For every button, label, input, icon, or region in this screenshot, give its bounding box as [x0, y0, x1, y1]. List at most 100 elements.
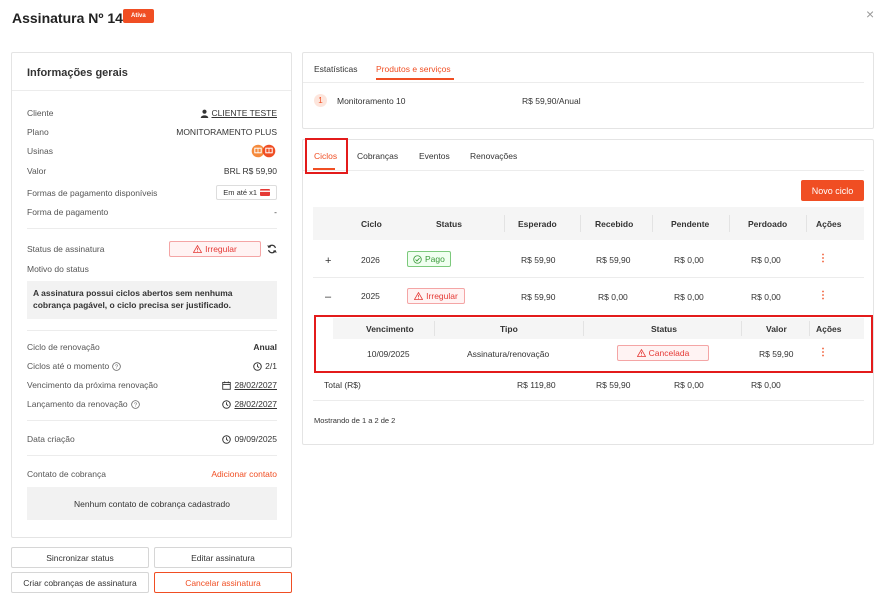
cancel-subscription-button[interactable]: Cancelar assinatura — [154, 572, 292, 593]
edit-subscription-button[interactable]: Editar assinatura — [154, 547, 292, 568]
motivo-label: Motivo do status — [27, 264, 89, 274]
row-valor: Valor BRL R$ 59,90 — [27, 164, 277, 178]
total-recebido: R$ 59,90 — [596, 380, 631, 390]
ciclos-value: 2/1 — [265, 361, 277, 371]
credit-card-icon — [260, 189, 270, 196]
highlight-box-ciclos-tab — [305, 138, 348, 174]
create-charges-button[interactable]: Criar cobranças de assinatura — [11, 572, 149, 593]
col-separator — [652, 215, 653, 232]
ciclos-label: Ciclos até o momento — [27, 361, 110, 371]
cycles-panel: Ciclos Cobranças Eventos Renovações Novo… — [302, 138, 874, 445]
help-icon[interactable]: ? — [112, 361, 121, 371]
col-separator — [729, 215, 730, 232]
next-renewal-date[interactable]: 28/02/2027 — [234, 380, 277, 390]
tab-cobrancas[interactable]: Cobranças — [357, 151, 398, 161]
vencimento-label: Vencimento da próxima renovação — [27, 380, 158, 390]
tab-eventos[interactable]: Eventos — [419, 151, 450, 161]
client-link[interactable]: CLIENTE TESTE — [212, 108, 278, 118]
usinas-label: Usinas — [27, 146, 53, 156]
forma-value: - — [274, 207, 277, 217]
ciclo-label: Ciclo de renovação — [27, 342, 100, 352]
row-forma: Forma de pagamento - — [27, 205, 277, 219]
clock-icon — [222, 399, 232, 409]
row-actions-icon[interactable]: ⋮ — [818, 253, 828, 264]
status-pago-badge: Pago — [407, 251, 451, 267]
esperado-value: R$ 59,90 — [521, 255, 556, 265]
valor-label: Valor — [27, 166, 47, 176]
clock-icon — [253, 361, 262, 371]
status-reason-box: A assinatura possui ciclos abertos sem n… — [27, 281, 277, 319]
total-label: Total (R$) — [324, 380, 361, 390]
divider — [12, 90, 291, 91]
recebido-value: R$ 0,00 — [598, 292, 628, 302]
sync-status-button[interactable]: Sincronizar status — [11, 547, 149, 568]
warning-icon — [193, 245, 203, 253]
cycle-year: 2025 — [361, 291, 380, 301]
esperado-value: R$ 59,90 — [521, 292, 556, 302]
ciclo-value: Anual — [253, 342, 277, 352]
formas-label: Formas de pagamento disponíveis — [27, 187, 158, 198]
product-index-badge: 1 — [314, 94, 327, 107]
col-recebido: Recebido — [595, 219, 634, 229]
col-separator — [580, 215, 581, 232]
plano-value: MONITORAMENTO PLUS — [176, 127, 277, 137]
warning-icon — [414, 292, 424, 300]
perdoado-value: R$ 0,00 — [751, 292, 781, 302]
row-actions-icon[interactable]: ⋮ — [818, 290, 828, 301]
row-formas: Formas de pagamento disponíveis Em até x… — [27, 184, 277, 201]
collapse-row-toggle[interactable]: – — [325, 291, 331, 303]
close-icon[interactable]: × — [866, 6, 874, 22]
solar-plant-icons[interactable] — [251, 144, 277, 158]
lancamento-label: Lançamento da renovação — [27, 399, 128, 409]
renewal-launch-date[interactable]: 28/02/2027 — [234, 399, 277, 409]
cycle-year: 2026 — [361, 255, 380, 265]
highlight-box-subtable — [314, 315, 873, 373]
total-esperado: R$ 119,80 — [517, 380, 556, 390]
row-motivo: Motivo do status — [27, 262, 277, 276]
row-ciclos: Ciclos até o momento ? 2/1 — [27, 359, 277, 373]
contato-label: Contato de cobrança — [27, 469, 106, 479]
row-criacao: Data criação 09/09/2025 — [27, 432, 277, 446]
row-lancamento: Lançamento da renovação ? 28/02/2027 — [27, 397, 277, 411]
valor-value: BRL R$ 59,90 — [223, 166, 277, 176]
col-status: Status — [436, 219, 462, 229]
row-contato: Contato de cobrança Adicionar contato — [27, 467, 277, 481]
payment-methods-chip[interactable]: Em até x1 — [216, 185, 277, 200]
product-price: R$ 59,90/Anual — [522, 96, 581, 106]
user-icon — [200, 109, 209, 118]
payment-methods-value: Em até x1 — [223, 188, 257, 197]
tab-produtos-servicos[interactable]: Produtos e serviços — [376, 64, 451, 74]
status-irregular-badge: Irregular — [407, 288, 465, 304]
divider — [27, 455, 277, 456]
row-vencimento: Vencimento da próxima renovação 28/02/20… — [27, 378, 277, 392]
general-info-panel: Informações gerais Cliente CLIENTE TESTE… — [11, 52, 292, 538]
empty-contact-box: Nenhum contato de cobrança cadastrado — [27, 487, 277, 520]
criacao-value: 09/09/2025 — [234, 434, 277, 444]
general-info-title: Informações gerais — [27, 67, 128, 79]
status-badge: Ativa — [123, 9, 154, 23]
tab-renovacoes[interactable]: Renovações — [470, 151, 517, 161]
pagination-info: Mostrando de 1 a 2 de 2 — [314, 416, 396, 425]
divider — [27, 330, 277, 331]
status-pago-text: Pago — [425, 254, 445, 264]
refresh-icon[interactable] — [267, 244, 277, 254]
criacao-label: Data criação — [27, 434, 75, 444]
row-divider — [313, 400, 864, 401]
tab-estatisticas[interactable]: Estatísticas — [314, 64, 357, 74]
divider — [27, 420, 277, 421]
pendente-value: R$ 0,00 — [674, 255, 704, 265]
products-panel: Estatísticas Produtos e serviços 1 Monit… — [302, 52, 874, 129]
expand-row-toggle[interactable]: + — [325, 255, 331, 267]
status-irregular-text: Irregular — [205, 244, 237, 254]
total-perdoado: R$ 0,00 — [751, 380, 781, 390]
status-irregular-text: Irregular — [426, 291, 458, 301]
help-icon[interactable]: ? — [130, 399, 140, 409]
divider — [303, 82, 864, 83]
forma-label: Forma de pagamento — [27, 207, 109, 217]
add-contact-link[interactable]: Adicionar contato — [211, 469, 277, 479]
new-cycle-button[interactable]: Novo ciclo — [801, 180, 864, 201]
row-cliente: Cliente CLIENTE TESTE — [27, 106, 277, 120]
row-ciclo: Ciclo de renovação Anual — [27, 340, 277, 354]
product-name: Monitoramento 10 — [337, 96, 406, 106]
status-label: Status de assinatura — [27, 244, 105, 254]
